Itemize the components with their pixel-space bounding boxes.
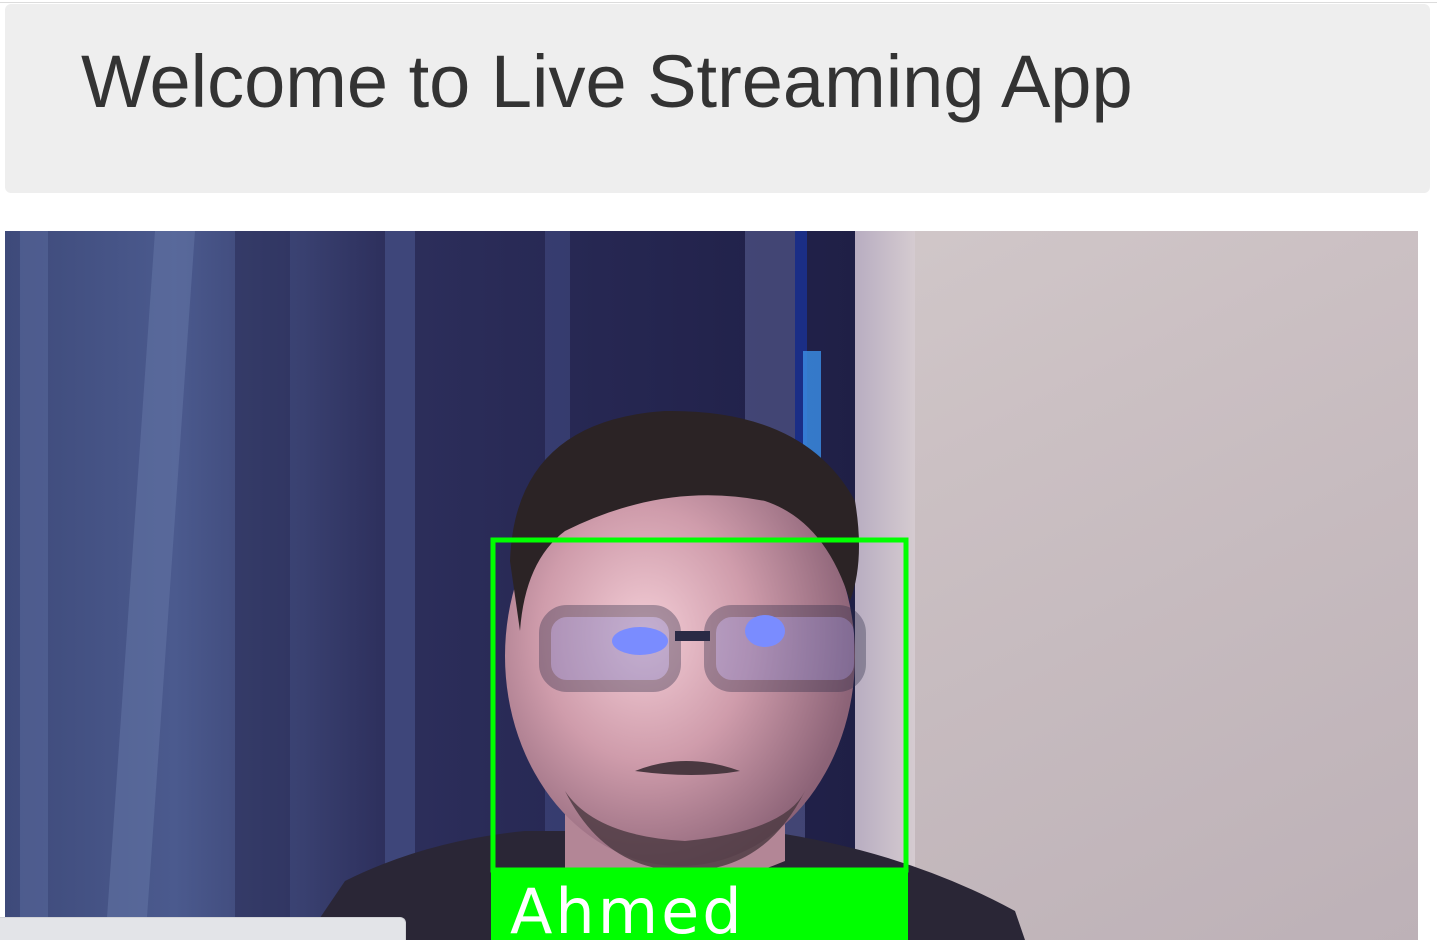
header-banner: Welcome to Live Streaming App: [5, 4, 1430, 193]
top-divider: [0, 2, 1437, 3]
bottom-panel-tab[interactable]: [0, 917, 406, 940]
video-stream: Ahmed: [5, 231, 1418, 940]
page-title: Welcome to Live Streaming App: [81, 40, 1133, 123]
video-frame-image: [5, 231, 1418, 940]
face-label-text: Ahmed: [510, 875, 745, 940]
